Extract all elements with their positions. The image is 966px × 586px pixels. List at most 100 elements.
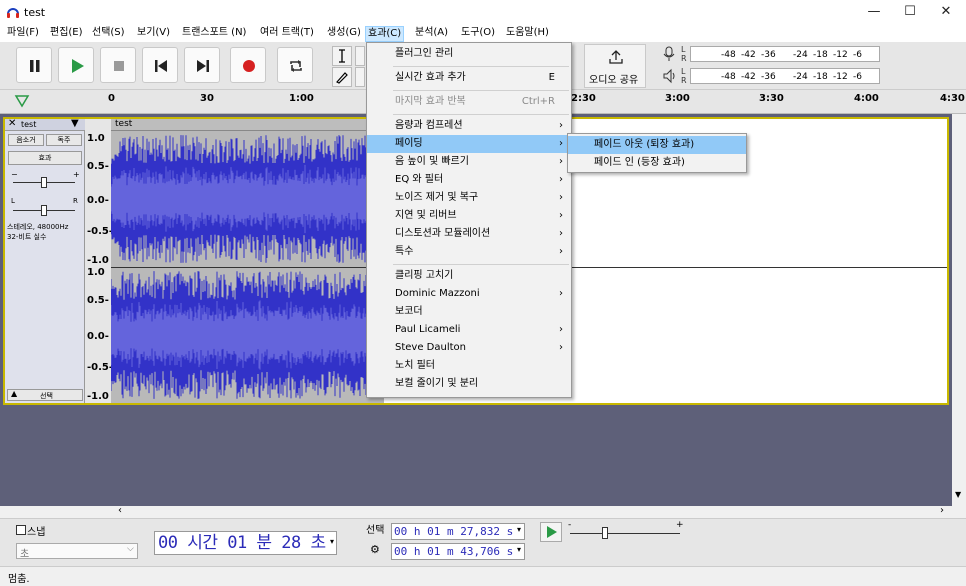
- menu-tracks[interactable]: 여러 트랙(T): [258, 26, 316, 42]
- time-format-arrow-icon[interactable]: ▾: [330, 537, 334, 546]
- skip-start-button[interactable]: [142, 47, 178, 83]
- loop-button[interactable]: [277, 47, 313, 83]
- menu-file[interactable]: 파일(F): [5, 26, 41, 42]
- recording-meter[interactable]: -48 -42 -36 -24 -18 -12 -6: [690, 46, 880, 62]
- menu-tools[interactable]: 도구(O): [459, 26, 497, 42]
- envelope-tool[interactable]: [355, 46, 365, 66]
- effects-button[interactable]: 효과: [8, 151, 82, 165]
- scroll-right-arrow-icon[interactable]: ›: [940, 505, 944, 516]
- gain-slider[interactable]: [41, 177, 47, 188]
- vertical-scrollbar[interactable]: ▼: [952, 114, 966, 506]
- fading-submenu: 페이드 아웃 (퇴장 효과) 페이드 인 (등장 효과): [567, 133, 747, 173]
- effect-menu-item[interactable]: 보컬 줄이기 및 분리: [367, 375, 571, 393]
- menu-view[interactable]: 보기(V): [135, 26, 172, 42]
- maximize-button[interactable]: ☐: [892, 0, 928, 24]
- snap-label: 스냅: [27, 527, 46, 538]
- effect-menu-item-label: 지연 및 리버브: [395, 210, 457, 221]
- menu-help[interactable]: 도움말(H): [504, 26, 551, 42]
- effect-menu-item[interactable]: Paul Licameli ›: [367, 321, 571, 339]
- snap-unit-dropdown[interactable]: 초 ⌵: [16, 543, 138, 560]
- minimize-button[interactable]: —: [856, 0, 892, 24]
- play-meter-channel-l: L: [681, 67, 686, 76]
- fade-in-item[interactable]: 페이드 인 (등장 효과): [568, 154, 746, 172]
- playback-meter[interactable]: -48 -42 -36 -24 -18 -12 -6: [690, 68, 880, 84]
- horizontal-scrollbar[interactable]: ‹ ›: [0, 505, 952, 518]
- effect-menu-item[interactable]: 페이딩 ›: [367, 135, 571, 153]
- effect-menu-item[interactable]: 실시간 효과 추가 E: [367, 69, 571, 87]
- scroll-left-arrow-icon[interactable]: ‹: [118, 505, 122, 516]
- stop-button[interactable]: [100, 47, 136, 83]
- effect-menu-item[interactable]: 노이즈 제거 및 복구 ›: [367, 189, 571, 207]
- meter-tick: -24: [793, 50, 808, 60]
- effect-menu-item[interactable]: 디스토션과 모듈레이션 ›: [367, 225, 571, 243]
- pause-button[interactable]: [16, 47, 52, 83]
- track-close-button[interactable]: ✕: [8, 118, 16, 129]
- meter-tick: -48: [721, 50, 736, 60]
- menu-transport[interactable]: 트랜스포트 (N): [180, 26, 248, 42]
- effect-menu-item[interactable]: 보코더: [367, 303, 571, 321]
- effect-menu-item[interactable]: 음 높이 및 빠르기 ›: [367, 153, 571, 171]
- effect-menu-item[interactable]: EQ 와 필터 ›: [367, 171, 571, 189]
- menu-analyze[interactable]: 분석(A): [413, 26, 450, 42]
- effect-menu-item[interactable]: 지연 및 리버브 ›: [367, 207, 571, 225]
- sel-start-format-arrow-icon[interactable]: ▾: [517, 525, 521, 534]
- effect-menu-item-label: 노이즈 제거 및 복구: [395, 192, 479, 203]
- selection-start-field[interactable]: 00 h 01 m 27,832 s: [391, 523, 525, 540]
- effect-menu-item-label: 노치 필터: [395, 360, 435, 371]
- menu-effect[interactable]: 효과(C): [365, 26, 405, 42]
- track-menu-arrow-icon[interactable]: ▼: [71, 118, 79, 129]
- effect-menu-item[interactable]: Dominic Mazzoni ›: [367, 285, 571, 303]
- effect-menu-item-label: 특수: [395, 246, 414, 257]
- track-select-button[interactable]: ▲ 선택: [7, 389, 83, 401]
- meter-tick: -12: [833, 50, 848, 60]
- gear-icon[interactable]: ⚙: [370, 543, 380, 556]
- ruler-tick: 4:00: [854, 93, 879, 104]
- vscale-label: 1.0: [87, 133, 105, 144]
- pan-slider[interactable]: [41, 205, 47, 216]
- speed-minus-label: -: [568, 520, 572, 530]
- selection-toolbar: 스냅 초 ⌵ 00 시간 01 분 28 초 ▾ 선택 ⚙ 00 h 01 m …: [0, 518, 966, 566]
- play-button[interactable]: [58, 47, 94, 83]
- effect-menu-item[interactable]: 클리핑 고치기: [367, 267, 571, 285]
- submenu-arrow-icon: ›: [559, 120, 563, 131]
- selection-end-field[interactable]: 00 h 01 m 43,706 s: [391, 543, 525, 560]
- skip-to-start-icon: [155, 60, 167, 72]
- scroll-down-arrow-icon[interactable]: ▼: [955, 490, 961, 499]
- effect-menu-item[interactable]: 음량과 컴프레션 ›: [367, 117, 571, 135]
- rec-meter-channel-r: R: [681, 54, 687, 63]
- fade-out-item[interactable]: 페이드 아웃 (퇴장 효과): [568, 136, 746, 154]
- submenu-arrow-icon: ›: [559, 228, 563, 239]
- ruler-tick: 0: [108, 93, 115, 104]
- clip-header[interactable]: test: [111, 119, 384, 131]
- selection-tool[interactable]: [332, 46, 352, 66]
- status-bar: 멈춤.: [0, 566, 966, 586]
- multi-tool[interactable]: [355, 67, 365, 87]
- effect-menu-item[interactable]: 플러그인 관리: [367, 45, 571, 63]
- snap-checkbox[interactable]: [16, 525, 26, 535]
- draw-tool[interactable]: [332, 67, 352, 87]
- track-name[interactable]: test: [21, 120, 36, 129]
- menu-select[interactable]: 선택(S): [90, 26, 127, 42]
- submenu-arrow-icon: ›: [559, 324, 563, 335]
- effect-menu-item[interactable]: 특수 ›: [367, 243, 571, 261]
- sel-end-format-arrow-icon[interactable]: ▾: [517, 545, 521, 554]
- loop-icon: [290, 60, 302, 72]
- effect-menu-item[interactable]: 마지막 효과 반복 Ctrl+R: [367, 93, 571, 111]
- effect-menu-item[interactable]: 노치 필터: [367, 357, 571, 375]
- play-at-speed-button[interactable]: [540, 522, 562, 542]
- submenu-arrow-icon: ›: [559, 192, 563, 203]
- effect-menu-item[interactable]: Steve Daulton ›: [367, 339, 571, 357]
- solo-button[interactable]: 독주: [46, 134, 82, 146]
- share-audio-button[interactable]: 오디오 공유: [584, 44, 646, 88]
- record-button[interactable]: [230, 47, 266, 83]
- menu-generate[interactable]: 생성(G): [325, 26, 363, 42]
- menu-edit[interactable]: 편집(E): [48, 26, 85, 42]
- skip-end-button[interactable]: [184, 47, 220, 83]
- effect-menu-item-label: 디스토션과 모듈레이션: [395, 228, 491, 239]
- mute-button[interactable]: 음소거: [8, 134, 44, 146]
- speed-slider[interactable]: [602, 527, 608, 539]
- close-button[interactable]: ✕: [928, 0, 964, 24]
- time-display[interactable]: 00 시간 01 분 28 초: [154, 531, 337, 555]
- meter-tick: -42: [741, 50, 756, 60]
- collapse-arrow-icon[interactable]: ▲: [11, 389, 17, 398]
